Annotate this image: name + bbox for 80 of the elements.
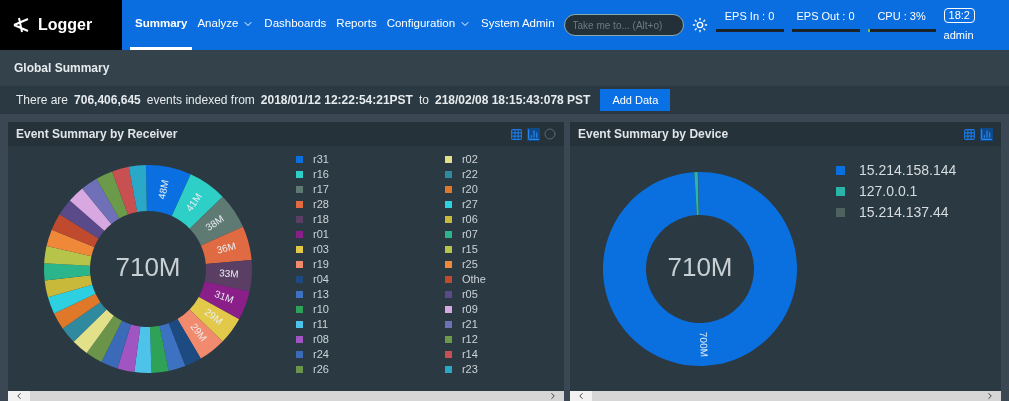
legend-label: Othe	[461, 272, 486, 288]
legend-label: r01	[313, 227, 329, 243]
horizontal-scrollbar[interactable]	[570, 391, 1001, 401]
legend-label: r22	[461, 167, 478, 183]
legend-label: r02	[461, 152, 478, 168]
nav-tab[interactable]: Dashboards	[259, 0, 332, 50]
nav-tab[interactable]: Analyze	[192, 0, 260, 50]
table-view-icon[interactable]	[963, 127, 976, 141]
stat-meter	[791, 28, 860, 32]
logo-icon	[12, 16, 30, 34]
summary-text: to	[418, 92, 429, 109]
stat-label: EPS Out : 0	[795, 9, 856, 24]
legend-label: r07	[461, 227, 478, 243]
legend-label: 15.214.158.144	[859, 161, 957, 180]
legend-label: r31	[313, 152, 329, 168]
horizontal-scrollbar[interactable]	[8, 391, 564, 401]
add-data-button[interactable]: Add Data	[600, 89, 671, 111]
donut-slice	[204, 259, 252, 291]
legend-label: r13	[313, 287, 329, 303]
legend-label: r16	[313, 167, 329, 183]
legend-label: r20	[461, 182, 478, 198]
legend-label: r08	[313, 332, 329, 348]
legend-label: r19	[313, 257, 329, 273]
nav-tab[interactable]: Reports	[331, 0, 382, 50]
legend-label: r17	[313, 182, 329, 198]
stat-label: EPS In : 0	[723, 9, 776, 24]
summary-text: events indexed from	[146, 92, 255, 109]
legend-label: r24	[313, 347, 329, 363]
legend-label: 15.214.137.44	[859, 203, 949, 222]
legend-label: r03	[313, 242, 329, 258]
legend-label: r12	[461, 332, 478, 348]
nav-tab[interactable]: System Admin	[476, 0, 560, 50]
legend-label: r14	[461, 347, 478, 363]
slice-label: 33M	[218, 266, 239, 280]
legend-label: r10	[313, 302, 329, 318]
total-label: 710M	[115, 251, 181, 282]
legend-label: r04	[313, 272, 329, 288]
legend-label: r05	[461, 287, 478, 303]
refresh-icon[interactable]	[544, 128, 556, 140]
legend-label: r27	[461, 197, 478, 213]
legend-label: r23	[461, 362, 478, 378]
nav-tab[interactable]: Configuration	[381, 0, 477, 50]
event-count: 706,406,645	[74, 92, 141, 109]
legend-label: 127.0.0.1	[859, 182, 918, 201]
legend-label: r15	[461, 242, 478, 258]
slice-label: 48M	[156, 178, 171, 200]
user-name[interactable]: admin	[943, 27, 974, 44]
total-label: 710M	[667, 251, 733, 282]
section-title: Global Summary	[14, 60, 110, 77]
legend-label: r25	[461, 257, 478, 273]
table-view-icon[interactable]	[510, 127, 523, 141]
slice-label: 29M	[202, 305, 225, 327]
legend-label: r28	[313, 197, 329, 213]
legend-label: r18	[313, 212, 329, 228]
legend-label: r11	[313, 317, 329, 333]
slice-label: 36M	[215, 239, 237, 256]
search-field[interactable]: Take me to... (Alt+o)	[563, 14, 684, 36]
scroll-left-icon[interactable]	[570, 391, 592, 401]
app-name: Logger	[38, 15, 93, 35]
end-date: 218/02/08 18:15:43:078 PST	[434, 92, 591, 109]
donut-slice	[134, 326, 152, 373]
start-date: 2018/01/12 12:22:54:21PST	[260, 92, 413, 109]
panel-title: Event Summary by Device	[578, 126, 729, 143]
stat-label: CPU : 3%	[876, 9, 927, 24]
legend-label: r26	[313, 362, 329, 378]
chart-view-icon[interactable]	[527, 127, 540, 141]
settings-icon[interactable]	[691, 17, 708, 33]
legend-label: r21	[461, 317, 478, 333]
stat-meter	[715, 28, 784, 32]
slice-label: 38M	[203, 212, 226, 233]
clock-badge: 18:2	[943, 8, 975, 23]
summary-text: There are	[16, 92, 69, 109]
panel-title: Event Summary by Receiver	[16, 126, 178, 143]
scroll-left-icon[interactable]	[8, 391, 30, 401]
chart-view-icon[interactable]	[980, 127, 993, 141]
slice-label: 31M	[213, 287, 236, 305]
legend-label: r06	[461, 212, 478, 228]
legend-label: r09	[461, 302, 478, 318]
slice-label: 700M	[697, 331, 710, 357]
donut-slice	[44, 262, 91, 280]
